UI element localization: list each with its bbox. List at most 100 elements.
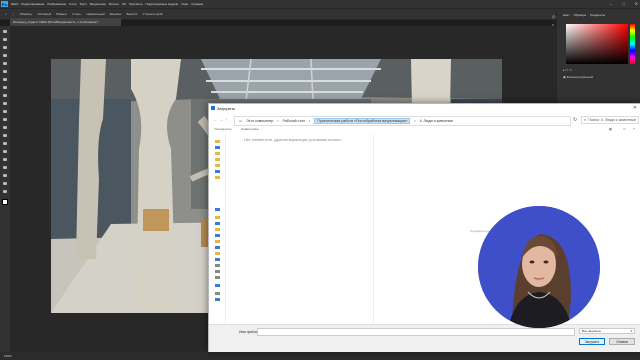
address-bar[interactable]: ▭ Этот компьютер › Рабочий стол › Практи…	[234, 116, 571, 126]
marquee-tool-icon[interactable]	[2, 37, 8, 42]
lasso-tool-icon[interactable]	[2, 45, 8, 50]
refine-edge-button[interactable]: Уточнить край	[143, 12, 163, 16]
tab-gradients[interactable]: Градиенты	[590, 13, 605, 17]
move-tool-icon[interactable]	[2, 29, 8, 34]
menu-3d[interactable]: 3D	[122, 2, 126, 6]
onedrive-icon[interactable]	[215, 208, 220, 211]
menu-help[interactable]: Справка	[191, 2, 203, 6]
option-sample-value[interactable]: Активный	[38, 12, 51, 16]
shape-tool-icon[interactable]	[2, 173, 8, 178]
folder-icon[interactable]	[215, 240, 220, 243]
path-select-tool-icon[interactable]	[2, 165, 8, 170]
foreground-color-swatch[interactable]	[2, 199, 8, 205]
history-brush-tool-icon[interactable]	[2, 109, 8, 114]
document-tab[interactable]: Интерьер_Сдар-Х 100% (Фото/Визуальность,…	[10, 18, 121, 26]
window-controls: – □ ✕	[607, 1, 638, 6]
minimize-icon[interactable]: –	[610, 1, 612, 6]
healing-brush-tool-icon[interactable]	[2, 85, 8, 90]
drive-icon[interactable]	[215, 270, 220, 273]
option-style-label: Стиль:	[72, 12, 82, 16]
hue-slider[interactable]	[630, 24, 635, 64]
folder-icon[interactable]	[215, 216, 220, 219]
folder-icon[interactable]	[215, 252, 220, 255]
adjustments-icon[interactable]: ◐	[552, 22, 557, 27]
tab-color[interactable]: Цвет	[563, 13, 570, 17]
network-icon[interactable]	[215, 284, 220, 287]
menu-window[interactable]: Окно	[181, 2, 188, 6]
brush-tool-icon[interactable]	[2, 93, 8, 98]
color-picker-field[interactable]	[566, 24, 628, 64]
view-options-icon[interactable]: ▦	[609, 127, 612, 131]
filename-field[interactable]	[257, 328, 575, 336]
folder-icon[interactable]	[215, 228, 220, 231]
folder-icon[interactable]	[215, 152, 220, 155]
folder-icon[interactable]	[215, 246, 220, 249]
network-icon[interactable]	[215, 298, 220, 301]
open-button[interactable]: Загрузить	[579, 338, 605, 345]
folder-icon[interactable]	[215, 158, 220, 161]
breadcrumb-people-animals[interactable]: 4. Люди и животные	[420, 119, 454, 123]
crop-tool-icon[interactable]	[2, 61, 8, 66]
menu-filter[interactable]: Фильтр	[109, 2, 119, 6]
search-input[interactable]: ⌕ Поиск: 4. Люди и животные	[581, 116, 639, 124]
folder-icon[interactable]	[215, 164, 220, 167]
marquee-tool-icon[interactable]: ⬚	[12, 12, 15, 16]
menu-edit[interactable]: Редактирование	[21, 2, 44, 6]
history-icon[interactable]: ◷	[552, 14, 557, 19]
menu-select[interactable]: Выделение	[90, 2, 106, 6]
this-pc-icon[interactable]	[215, 222, 220, 225]
help-icon[interactable]: ?	[633, 127, 635, 131]
folder-icon[interactable]	[215, 234, 220, 237]
folder-icon[interactable]	[215, 176, 220, 179]
close-icon[interactable]: ✕	[635, 1, 638, 6]
home-icon[interactable]: ⌂	[5, 12, 7, 16]
breadcrumb-desktop[interactable]: Рабочий стол	[282, 119, 305, 123]
network-icon[interactable]	[215, 292, 220, 295]
gradient-tool-icon[interactable]	[2, 125, 8, 130]
back-arrow-icon[interactable]: ←	[213, 117, 218, 123]
menu-file[interactable]: Файл	[11, 2, 18, 6]
downloads-folder-icon[interactable]	[215, 170, 220, 173]
clone-stamp-tool-icon[interactable]	[2, 101, 8, 106]
pen-tool-icon[interactable]	[2, 149, 8, 154]
refresh-icon[interactable]: ↻	[573, 117, 577, 123]
menu-plugins[interactable]: Подключаемые модули	[146, 2, 179, 6]
option-size-label: Размер:	[56, 12, 68, 16]
new-folder-button[interactable]: Новая папка	[241, 127, 259, 131]
zoom-tool-icon[interactable]	[2, 189, 8, 194]
preview-pane-icon[interactable]: ▭	[623, 127, 626, 131]
hand-tool-icon[interactable]	[2, 181, 8, 186]
breadcrumb-practical-work[interactable]: Практическая работа «Постобработка визуа…	[314, 118, 411, 124]
menu-type[interactable]: Текст	[79, 2, 87, 6]
cancel-button[interactable]: Отмена	[609, 338, 635, 345]
menu-layer[interactable]: Слои	[69, 2, 76, 6]
dialog-title-bar: Загрузить ✕	[209, 104, 640, 113]
eyedropper-tool-icon[interactable]	[2, 77, 8, 82]
organize-button[interactable]: Упорядочить	[214, 127, 232, 131]
type-tool-icon[interactable]	[2, 157, 8, 162]
maximize-icon[interactable]: □	[622, 1, 624, 6]
drive-icon[interactable]	[215, 264, 220, 267]
close-icon[interactable]: ✕	[633, 105, 637, 111]
blur-tool-icon[interactable]	[2, 133, 8, 138]
desktop-folder-icon[interactable]	[215, 146, 220, 149]
file-type-filter[interactable]: Все форматы ▾	[579, 328, 635, 334]
tab-swatches[interactable]: Образцы	[574, 13, 587, 17]
eraser-tool-icon[interactable]	[2, 117, 8, 122]
forward-arrow-icon[interactable]: →	[219, 117, 224, 123]
zoom-level[interactable]: 100%	[4, 354, 12, 358]
dodge-tool-icon[interactable]	[2, 141, 8, 146]
up-arrow-icon[interactable]: ↑	[225, 117, 228, 123]
navigation-pane	[209, 134, 226, 324]
column-divider[interactable]	[373, 134, 374, 324]
menu-view[interactable]: Просмотр	[129, 2, 143, 6]
drive-icon[interactable]	[215, 258, 220, 261]
frame-tool-icon[interactable]	[2, 69, 8, 74]
option-style-value[interactable]: Нормальный	[87, 12, 105, 16]
quick-select-tool-icon[interactable]	[2, 53, 8, 58]
quick-access-folder-icon[interactable]	[215, 140, 220, 143]
breadcrumb-this-pc[interactable]: Этот компьютер	[246, 119, 273, 123]
drive-icon[interactable]	[215, 276, 220, 279]
layer-row[interactable]: ▣ Фон/непрозрачный	[563, 75, 593, 79]
menu-image[interactable]: Изображение	[47, 2, 66, 6]
